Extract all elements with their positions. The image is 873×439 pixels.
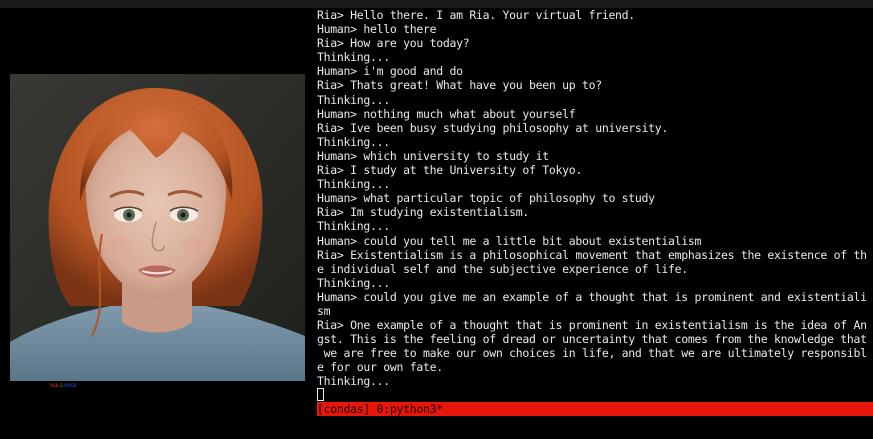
tmux-status-bar[interactable]: [condas] 0:python3* [317,402,873,416]
avatar-video-window [10,74,305,381]
top-strip [0,0,873,8]
terminal-line: Human> nothing much what about yourself [317,106,576,121]
terminal-line: Thinking... [317,374,390,389]
status-bar-text: [condas] 0:python3* [317,402,443,416]
terminal-line: Thinking... [317,92,390,107]
terminal-line: Thinking... [317,177,390,192]
terminal-line: Ria> I study at the University of Tokyo. [317,163,582,178]
terminal-line: Human> what particular topic of philosop… [317,191,655,206]
terminal-line: gst. This is the feeling of dread or unc… [317,332,867,347]
terminal-line: Ria> One example of a thought that is pr… [317,318,867,333]
terminal-line: sm [317,303,331,318]
terminal-line: Human> could you give me an example of a… [317,289,867,304]
terminal-line: Human> hello there [317,22,437,37]
terminal-line: Thinking... [317,219,390,234]
terminal-line: Ria> Hello there. I am Ria. Your virtual… [317,8,635,22]
terminal-line: we are free to make our own choices in l… [317,346,867,361]
terminal-line: Ria> Thats great! What have you been up … [317,78,602,93]
avatar-face-image [10,74,305,381]
rgb-channel-label: RGB G MRGB [50,383,76,388]
terminal-line: e for our own fate. [317,360,443,375]
terminal-line: e individual self and the subjective exp… [317,261,688,276]
block-cursor-icon [317,388,324,401]
terminal-output[interactable]: Ria> Hello there. I am Ria. Your virtual… [317,8,873,402]
terminal-line: Ria> Ive been busy studying philosophy a… [317,120,669,135]
terminal-line: Thinking... [317,50,390,65]
terminal-line: Human> which university to study it [317,148,549,163]
terminal-line: Ria> How are you today? [317,36,470,51]
terminal-line: Thinking... [317,275,390,290]
rgb-label-b: MRGB [64,383,77,388]
terminal-line: Thinking... [317,134,390,149]
rgb-label-r: RGB [50,383,59,388]
terminal-line: Ria> Existentialism is a philosophical m… [317,247,867,262]
terminal-line: Human> i'm good and do [317,64,463,79]
terminal-line: Human> could you tell me a little bit ab… [317,233,702,248]
rgb-label-g: G [59,383,64,388]
terminal-line: Ria> Im studying existentialism. [317,205,529,220]
